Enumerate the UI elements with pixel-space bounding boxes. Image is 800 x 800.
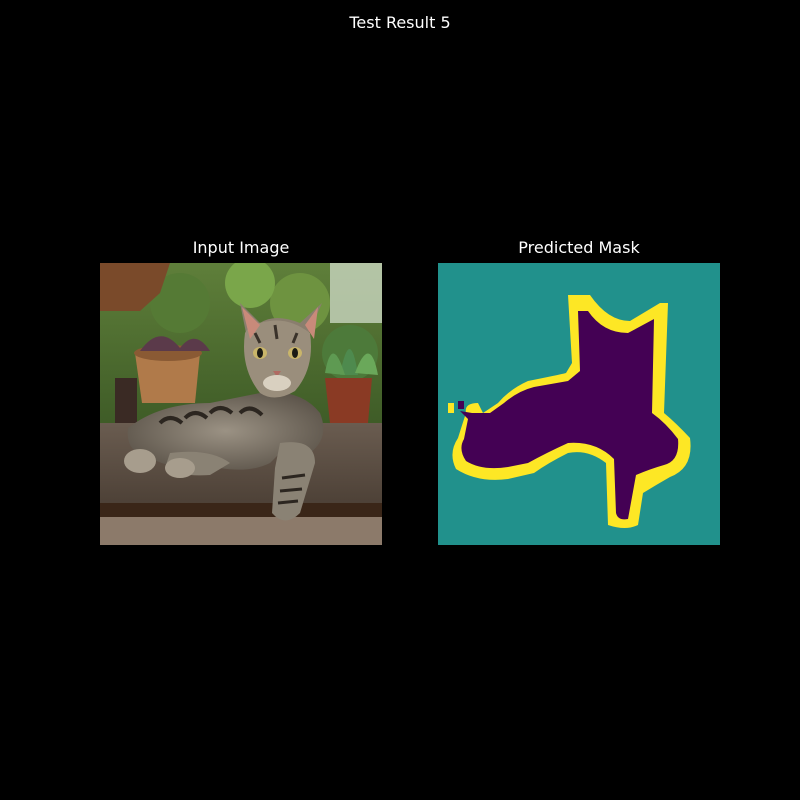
- cat-photo: [100, 263, 382, 545]
- input-image: [100, 263, 382, 545]
- predicted-mask: [438, 263, 720, 545]
- figure-title: Test Result 5: [349, 13, 451, 32]
- mask-image: [438, 263, 720, 545]
- predicted-mask-title: Predicted Mask: [518, 238, 640, 257]
- input-image-title: Input Image: [192, 238, 290, 257]
